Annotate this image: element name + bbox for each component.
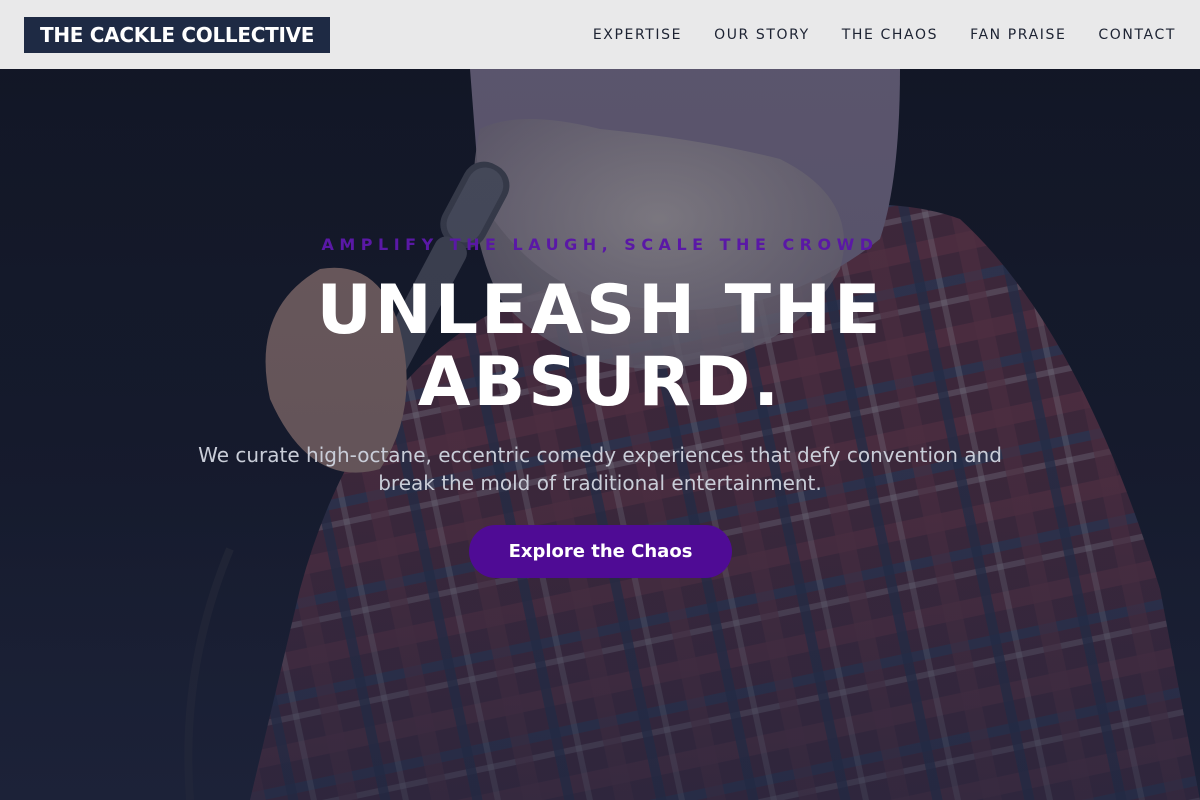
main-menu: EXPERTISE OUR STORY THE CHAOS FAN PRAISE… bbox=[593, 27, 1176, 43]
site-logo[interactable]: THE CACKLE COLLECTIVE bbox=[24, 16, 331, 53]
nav-link-fan-praise[interactable]: FAN PRAISE bbox=[970, 27, 1066, 43]
top-nav: THE CACKLE COLLECTIVE EXPERTISE OUR STOR… bbox=[0, 0, 1200, 69]
hero-eyebrow: AMPLIFY THE LAUGH, SCALE THE CROWD bbox=[321, 235, 879, 254]
hero-content: AMPLIFY THE LAUGH, SCALE THE CROWD UNLEA… bbox=[0, 69, 1200, 800]
hero-headline-line-1: UNLEASH THE bbox=[316, 271, 884, 350]
nav-link-the-chaos[interactable]: THE CHAOS bbox=[842, 27, 938, 43]
nav-link-our-story[interactable]: OUR STORY bbox=[714, 27, 810, 43]
nav-link-contact[interactable]: CONTACT bbox=[1098, 27, 1176, 43]
explore-chaos-button[interactable]: Explore the Chaos bbox=[469, 525, 732, 578]
hero-headline: UNLEASH THE ABSURD. bbox=[0, 275, 1200, 419]
hero-section: AMPLIFY THE LAUGH, SCALE THE CROWD UNLEA… bbox=[0, 69, 1200, 800]
hero-subtext: We curate high-octane, eccentric comedy … bbox=[198, 443, 1002, 495]
nav-link-expertise[interactable]: EXPERTISE bbox=[593, 27, 682, 43]
hero-headline-line-2: ABSURD. bbox=[417, 343, 783, 422]
